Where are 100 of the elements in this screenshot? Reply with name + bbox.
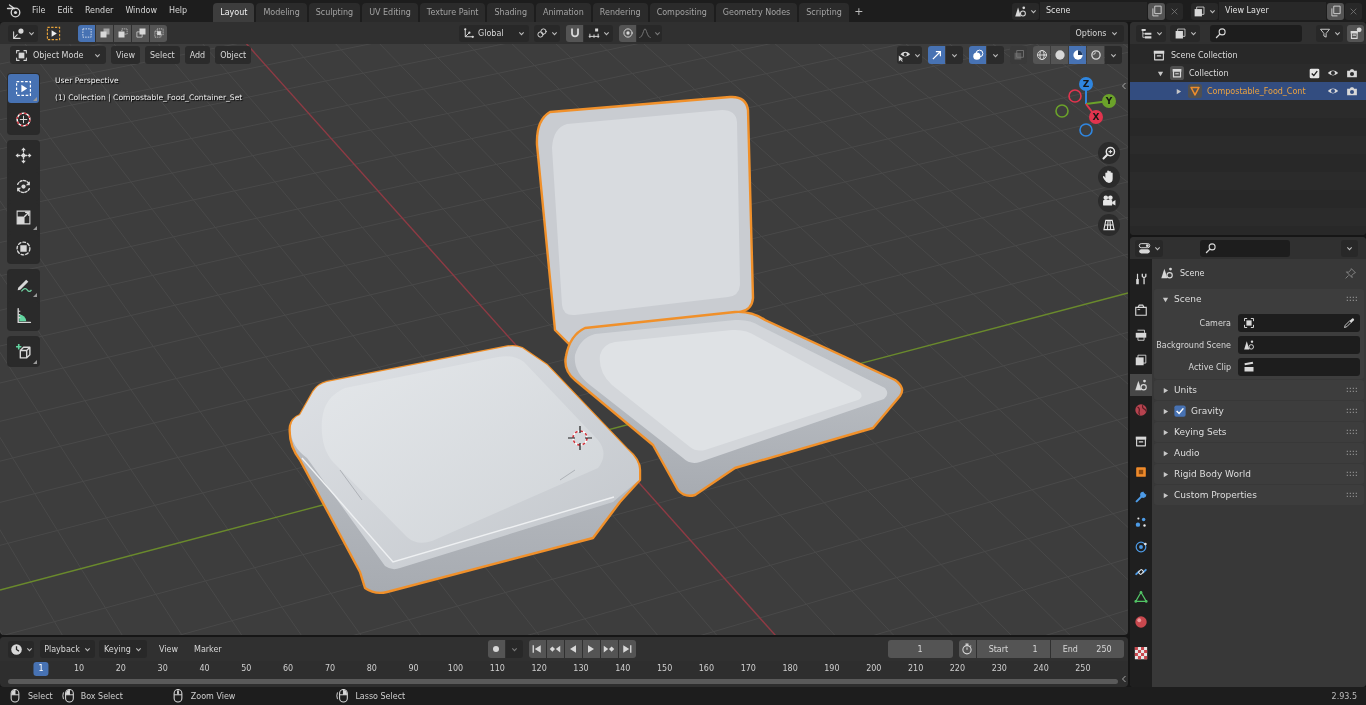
shading-dropdown[interactable] [1105,46,1122,64]
editor-type-button[interactable] [8,24,38,42]
overlay-dropdown[interactable] [987,46,1004,64]
workspace-tab[interactable]: Geometry Nodes [715,3,798,22]
options-dropdown[interactable] [1341,239,1358,257]
clip-field[interactable] [1238,358,1360,376]
gizmo-dropdown[interactable] [946,46,963,64]
play-reverse-button[interactable] [564,640,582,658]
shading-button[interactable] [1033,46,1050,64]
add-workspace-button[interactable]: + [850,3,867,22]
browse-button[interactable] [1012,2,1039,20]
select-mode-button[interactable] [150,24,167,42]
menu-dropdown[interactable]: Playback [40,640,95,658]
camera-icon[interactable] [1346,85,1358,97]
play-button[interactable] [582,640,600,658]
record-button[interactable] [487,640,505,658]
orientation-dropdown[interactable]: Global [459,24,529,42]
browse-button[interactable] [1191,2,1218,20]
pin-icon[interactable] [1344,266,1357,280]
menu-button[interactable]: View [155,644,182,654]
panel-header[interactable]: Audio [1154,443,1364,463]
zoom-icon[interactable] [1098,142,1120,164]
outliner-row[interactable]: Collection [1130,64,1366,82]
workspace-tab[interactable]: Rendering [592,3,648,22]
jump-start-button[interactable] [528,640,546,658]
disclosure-triangle-icon[interactable] [1162,386,1169,394]
disclosure-triangle-icon[interactable] [1162,407,1169,415]
panel-header[interactable]: Keying Sets [1154,422,1364,442]
logo-icon[interactable] [6,3,22,19]
filter-dropdown[interactable] [1316,24,1343,42]
viewport-background[interactable] [0,44,1128,635]
display-mode-dropdown[interactable] [1170,24,1200,42]
select-mode-button[interactable] [114,24,131,42]
camera-icon[interactable] [1346,67,1358,79]
menu-button[interactable]: Object [215,46,252,64]
menu-item[interactable]: Help [162,0,194,22]
disclosure-triangle-icon[interactable] [1162,491,1169,499]
scene-name-field[interactable]: Scene [1040,2,1147,20]
select-mode-button[interactable] [96,24,113,42]
frame-ruler[interactable]: 1 10 20 30 40 50 60 70 80 90 100 110 120 130 140 150 160 170 180 190 200 210 220 230 240 250 [0,661,1128,677]
menu-item[interactable]: File [26,0,52,22]
overlay-toggle[interactable] [969,46,986,64]
shading-button[interactable] [1069,46,1086,64]
grid-icon[interactable] [1098,214,1120,236]
select-box-tool[interactable] [8,74,39,103]
workspace-tab[interactable]: Modeling [256,3,307,22]
editor-type-button[interactable] [8,640,34,658]
object-field[interactable] [1238,314,1360,332]
select-mode-button[interactable] [78,24,95,42]
snap-target-dropdown[interactable] [584,24,613,42]
panel-header[interactable]: Units [1154,380,1364,400]
preview-range-toggle[interactable] [958,640,976,658]
active-tool-button[interactable] [44,24,62,42]
panel-header[interactable]: Rigid Body World [1154,464,1364,484]
disclosure-triangle-icon[interactable] [1162,295,1169,303]
gizmo-toggle[interactable] [928,46,945,64]
menu-item[interactable]: Render [78,0,120,22]
outliner-row[interactable]: Compostable_Food_Cont [1130,82,1366,100]
disclosure-triangle-icon[interactable] [1174,87,1182,95]
menu-item[interactable]: Window [119,0,163,22]
duplicate-button[interactable] [1327,2,1344,20]
properties-tab[interactable] [1130,374,1152,396]
menu-item[interactable]: Edit [51,0,79,22]
workspace-tab[interactable]: Compositing [649,3,714,22]
workspace-tab[interactable]: Scripting [799,3,849,22]
proportional-toggle[interactable] [619,24,636,42]
shading-button[interactable] [1087,46,1104,64]
workspace-tab[interactable]: UV Editing [362,3,418,22]
next-keyframe-button[interactable] [600,640,618,658]
search-field[interactable] [1200,239,1290,257]
current-frame-field[interactable]: 1 [887,640,953,658]
search-field[interactable] [1210,24,1302,42]
camera-icon[interactable] [1098,190,1120,212]
panel-header[interactable]: Custom Properties [1154,485,1364,505]
pivot-dropdown[interactable] [534,24,560,42]
select-mode-button[interactable] [132,24,149,42]
menu-button[interactable]: Add [184,46,211,64]
disclosure-triangle-icon[interactable] [1162,449,1169,457]
disclosure-triangle-icon[interactable] [1162,428,1169,436]
jump-end-button[interactable] [618,640,636,658]
axis-button[interactable] [1079,123,1093,137]
snap-toggle[interactable] [566,24,583,42]
panel-header[interactable]: Scene [1154,289,1364,309]
previous-keyframe-button[interactable] [546,640,564,658]
visibility-dropdown[interactable] [897,46,922,64]
start-frame-field[interactable]: Start 1 [976,640,1050,658]
workspace-tab[interactable]: Animation [536,3,591,22]
checkbox[interactable] [1309,67,1320,79]
duplicate-button[interactable] [1148,2,1165,20]
shading-button[interactable] [1051,46,1068,64]
editor-type-button[interactable] [1135,239,1163,257]
current-frame-marker[interactable]: 1 [33,662,49,676]
options-dropdown[interactable]: Options [1070,24,1124,42]
axis-button[interactable]: Y [1085,94,1116,108]
scene-field[interactable] [1238,336,1360,354]
workspace-tab[interactable]: Texture Paint [419,3,486,22]
hand-icon[interactable] [1098,166,1120,188]
menu-button[interactable]: Select [145,46,180,64]
menu-dropdown[interactable]: Keying [99,640,147,658]
axis-button[interactable] [1068,89,1082,103]
